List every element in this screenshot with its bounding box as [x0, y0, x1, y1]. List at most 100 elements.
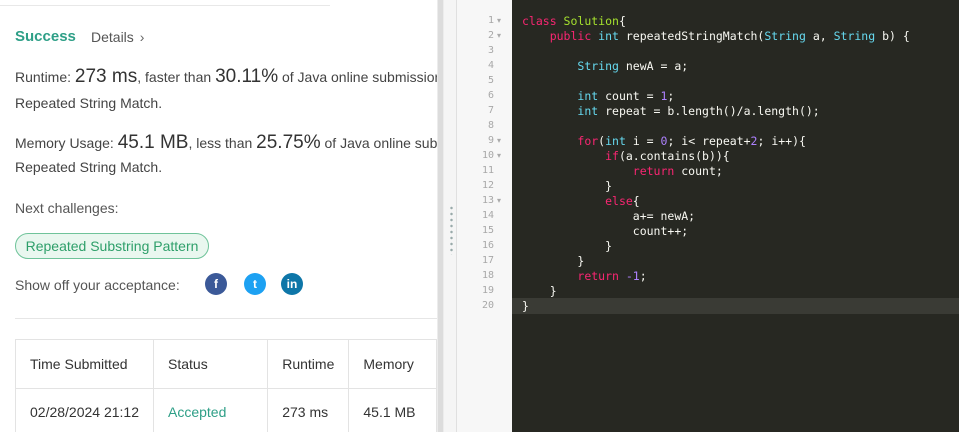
line-number: 8: [487, 120, 494, 131]
code-token: class: [522, 14, 564, 28]
table-header-row: Time Submitted Status Runtime Memory: [15, 339, 437, 389]
facebook-icon[interactable]: f: [205, 273, 227, 295]
line-number: 19: [481, 285, 494, 296]
code-token: ; i++){: [757, 134, 806, 148]
code-token: int: [577, 104, 606, 118]
code-line[interactable]: int count = 1;: [522, 89, 674, 104]
line-number: 4: [487, 60, 494, 71]
code-line[interactable]: for(int i = 0; i< repeat+2; i++){: [522, 134, 806, 149]
details-label[interactable]: Details: [91, 29, 134, 45]
code-line[interactable]: return count;: [522, 164, 723, 179]
runtime-percent: 30.11%: [215, 66, 279, 87]
line-number: 20: [481, 300, 494, 311]
runtime-cell: 273 ms: [267, 388, 350, 432]
code-line[interactable]: }: [522, 239, 612, 254]
code-token: ; i< repeat+: [667, 134, 751, 148]
code-line[interactable]: public int repeatedStringMatch(String a,…: [522, 29, 910, 44]
fold-arrow-icon[interactable]: ▾: [497, 31, 501, 40]
runtime-value: 273 ms: [74, 66, 138, 87]
line-number: 3: [487, 45, 494, 56]
top-divider: [0, 0, 330, 6]
drag-handle-icon[interactable]: [450, 205, 453, 255]
code-token: newA = a;: [625, 59, 689, 73]
memory-label: Memory Usage:: [15, 135, 118, 151]
share-label: Show off your acceptance:: [15, 277, 180, 293]
column-header: Memory: [348, 339, 437, 389]
memory-value: 45.1 MB: [117, 132, 189, 153]
line-number: 11: [481, 165, 494, 176]
result-panel: Success Details › Runtime: 273 ms, faster…: [0, 0, 437, 432]
code-token: if: [605, 149, 619, 163]
code-token: }: [522, 284, 557, 298]
linkedin-icon[interactable]: in: [281, 273, 303, 295]
code-token: }: [522, 254, 585, 268]
code-line[interactable]: }: [522, 254, 584, 269]
code-line[interactable]: String newA = a;: [522, 59, 688, 74]
active-line-highlight: [512, 298, 959, 314]
line-number: 6: [487, 90, 494, 101]
twitter-icon[interactable]: t: [244, 273, 266, 295]
code-token: return: [632, 164, 682, 178]
fold-arrow-icon[interactable]: ▾: [497, 151, 501, 160]
line-number: 18: [481, 270, 494, 281]
submissions-table: Time Submitted Status Runtime Memory 02/…: [15, 339, 437, 432]
code-token: else: [605, 194, 633, 208]
column-header: Time Submitted: [15, 339, 154, 389]
runtime-problem: Repeated String Match.: [15, 95, 163, 111]
fold-arrow-icon[interactable]: ▾: [497, 136, 501, 145]
code-token: repeat = b.length()/a.length();: [605, 104, 820, 118]
code-token: a,: [812, 29, 834, 43]
code-line[interactable]: class Solution{: [522, 14, 626, 29]
memory-percent: 25.75%: [256, 132, 321, 153]
scrollbar-thumb[interactable]: [438, 0, 443, 432]
runtime-tail: of Java online submissions for: [281, 69, 437, 85]
runtime-mid: , faster than: [137, 69, 216, 85]
code-token: {: [632, 194, 640, 208]
line-number: 1: [487, 15, 494, 26]
memory-mid: , less than: [188, 135, 257, 151]
details-link[interactable]: Details ›: [91, 29, 144, 45]
code-line[interactable]: return -1;: [522, 269, 647, 284]
code-token: a+= newA;: [522, 209, 696, 223]
code-line[interactable]: a+= newA;: [522, 209, 695, 224]
code-line[interactable]: if(a.contains(b)){: [522, 149, 730, 164]
submission-status: Success: [15, 28, 76, 45]
column-header: Status: [152, 339, 269, 389]
line-number: 7: [487, 105, 494, 116]
line-number: 12: [481, 180, 494, 191]
code-token: i =: [632, 134, 661, 148]
code-line[interactable]: int repeat = b.length()/a.length();: [522, 104, 820, 119]
line-number: 16: [481, 240, 494, 251]
line-number: 14: [481, 210, 494, 221]
code-token: {: [618, 14, 626, 28]
code-token: Solution: [563, 14, 619, 28]
divider: [15, 318, 437, 319]
code-line[interactable]: else{: [522, 194, 640, 209]
status-cell[interactable]: Accepted: [152, 388, 269, 432]
code-line[interactable]: }: [522, 284, 557, 299]
line-number: 17: [481, 255, 494, 266]
next-challenge-button[interactable]: Repeated Substring Pattern: [15, 233, 209, 259]
runtime-label: Runtime:: [15, 69, 75, 85]
code-token: }: [522, 179, 613, 193]
code-token: }: [522, 239, 613, 253]
code-token: int: [605, 134, 633, 148]
code-token: ;: [639, 269, 647, 283]
code-token: count;: [681, 164, 723, 178]
code-token: count =: [605, 89, 661, 103]
time-submitted-cell: 02/28/2024 21:12: [15, 388, 154, 432]
fold-arrow-icon[interactable]: ▾: [497, 196, 501, 205]
table-row[interactable]: 02/28/2024 21:12 Accepted 273 ms 45.1 MB: [15, 388, 437, 432]
code-line[interactable]: }: [522, 179, 612, 194]
fold-arrow-icon[interactable]: ▾: [497, 16, 501, 25]
code-line[interactable]: count++;: [522, 224, 688, 239]
code-line[interactable]: }: [522, 299, 529, 314]
line-number: 5: [487, 75, 494, 86]
code-token: -1: [625, 269, 640, 283]
